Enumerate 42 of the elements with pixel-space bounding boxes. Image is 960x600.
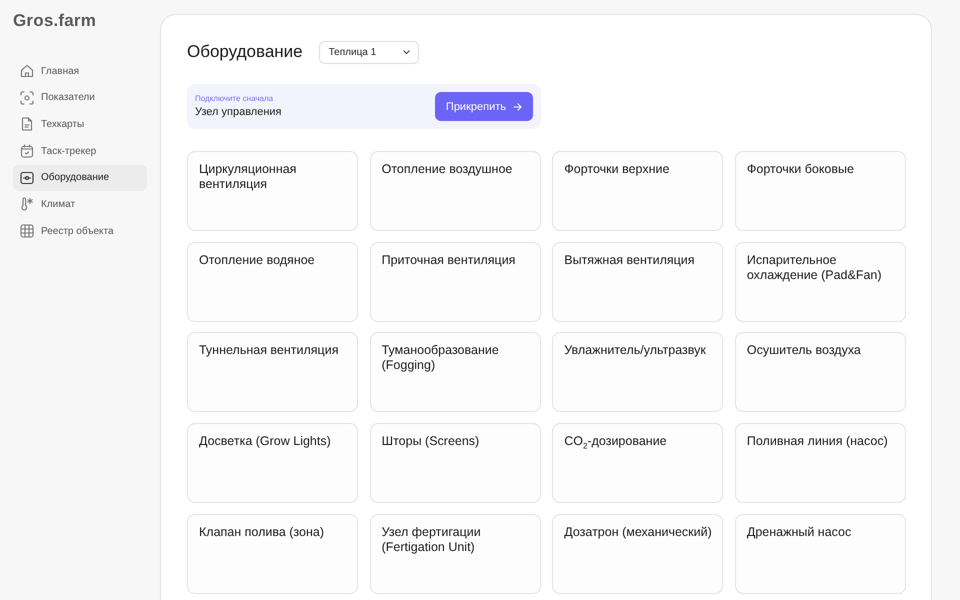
equipment-card[interactable]: Досветка (Grow Lights)	[187, 423, 358, 504]
sidebar-item[interactable]: Показатели	[13, 84, 147, 111]
equipment-card[interactable]: Поливная линия (насос)	[734, 423, 906, 504]
thermometer-snowflake-icon	[20, 197, 34, 212]
chevron-down-icon	[402, 50, 410, 54]
device-icon	[20, 170, 34, 185]
equipment-card[interactable]: Клапан полива (зона)	[187, 514, 358, 594]
equipment-card[interactable]: Вытяжная вентиляция	[552, 242, 724, 322]
notice-hint: Подключите сначала	[195, 94, 274, 104]
page-title: Оборудование	[187, 41, 303, 63]
document-icon	[20, 117, 34, 132]
grid-icon	[20, 224, 34, 238]
equipment-card[interactable]: Туннельная вентиляция	[187, 332, 358, 412]
equipment-card[interactable]: Приточная вентиляция	[370, 242, 541, 322]
equipment-card[interactable]: Испарительное охлаждение (Pad&Fan)	[734, 242, 906, 322]
equipment-card[interactable]: Шторы (Screens)	[370, 423, 541, 504]
equipment-card[interactable]: Увлажнитель/ультразвук	[552, 332, 724, 412]
sidebar-item[interactable]: Главная	[13, 58, 147, 84]
attach-button[interactable]: Прикрепить	[434, 92, 533, 121]
scan-frame-icon	[20, 90, 34, 105]
equipment-card[interactable]: Осушитель воздуха	[734, 332, 906, 412]
equipment-card[interactable]: Дозатрон (механический)	[552, 514, 724, 594]
equipment-card[interactable]: Дренажный насос	[734, 514, 906, 594]
equipment-card[interactable]: Туманообразование (Fogging)	[370, 332, 541, 412]
arrow-right-icon	[513, 102, 522, 110]
equipment-card[interactable]: Отопление воздушное	[370, 151, 541, 231]
equipment-card[interactable]: Циркуляционная вентиляция	[187, 151, 358, 231]
logo: Gros.farm	[13, 11, 98, 31]
sidebar-item[interactable]: Техкарты	[13, 111, 147, 138]
equipment-card[interactable]: Узел фертигации (Fertigation Unit)	[370, 514, 541, 594]
equipment-card[interactable]: Отопление водяное	[187, 242, 358, 322]
sidebar-item[interactable]: Реестр объекта	[13, 218, 147, 244]
home-icon	[20, 64, 34, 78]
calendar-check-icon	[20, 144, 34, 158]
equipment-card[interactable]: Форточки верхние	[552, 151, 724, 231]
sidebar-item[interactable]: Таск-трекер	[13, 138, 147, 164]
sidebar-item[interactable]: Климат	[13, 191, 147, 218]
equipment-card[interactable]: Форточки боковые	[734, 151, 906, 231]
equipment-card[interactable]: CO$_{2}$-дозирование	[552, 423, 724, 504]
sidebar-item[interactable]: Оборудование	[13, 164, 147, 191]
greenhouse-dropdown[interactable]: Теплица 1	[318, 40, 419, 64]
notice-text: Узел управления	[195, 106, 282, 119]
